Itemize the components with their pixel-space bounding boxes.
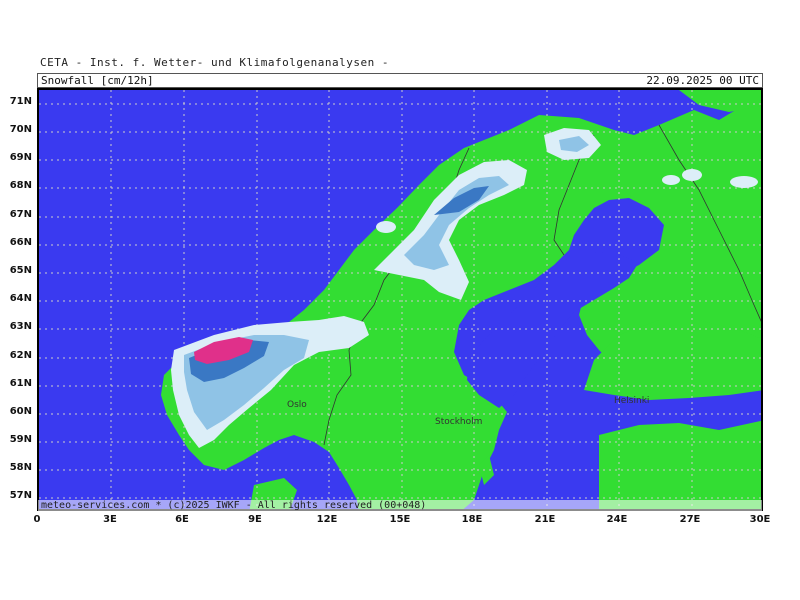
lat-label-68: 68N (9, 180, 32, 191)
lon-label-27e: 27E (679, 514, 701, 525)
lat-label-64: 64N (9, 293, 32, 304)
city-helsinki: Helsinki (614, 396, 650, 406)
lat-label-70: 70N (9, 124, 32, 135)
title-bar: Snowfall [cm/12h] 22.09.2025 00 UTC (37, 73, 763, 88)
lat-label-71: 71N (9, 96, 32, 107)
source-title: CETA - Inst. f. Wetter- und Klimafolgena… (40, 56, 390, 69)
lat-label-62: 62N (9, 350, 32, 361)
estonia (599, 420, 761, 509)
snowfall-map: Oslo Stockholm Helsinki (37, 88, 763, 511)
lon-label-0: 0 (33, 514, 41, 525)
lon-label-21e: 21E (534, 514, 556, 525)
lat-label-58: 58N (9, 462, 32, 473)
lat-label-61: 61N (9, 378, 32, 389)
lat-label-66: 66N (9, 237, 32, 248)
copyright-footer: meteo-services.com * (c)2025 IWKF - All … (38, 500, 762, 511)
lon-label-18e: 18E (461, 514, 483, 525)
lon-label-6e: 6E (175, 514, 189, 525)
lat-label-69: 69N (9, 152, 32, 163)
lon-label-12e: 12E (316, 514, 338, 525)
lon-label-3e: 3E (103, 514, 117, 525)
city-oslo: Oslo (287, 400, 307, 410)
lat-label-57: 57N (9, 490, 32, 501)
lat-label-63: 63N (9, 321, 32, 332)
lon-label-24e: 24E (606, 514, 628, 525)
city-stockholm: Stockholm (435, 417, 483, 427)
lat-label-65: 65N (9, 265, 32, 276)
variable-label: Snowfall [cm/12h] (41, 74, 154, 87)
lat-label-60: 60N (9, 406, 32, 417)
lon-label-30e: 30E (749, 514, 771, 525)
lat-label-59: 59N (9, 434, 32, 445)
lon-label-15e: 15E (389, 514, 411, 525)
map-canvas (39, 90, 761, 509)
lat-label-67: 67N (9, 209, 32, 220)
lon-label-9e: 9E (248, 514, 262, 525)
valid-time: 22.09.2025 00 UTC (646, 74, 759, 87)
